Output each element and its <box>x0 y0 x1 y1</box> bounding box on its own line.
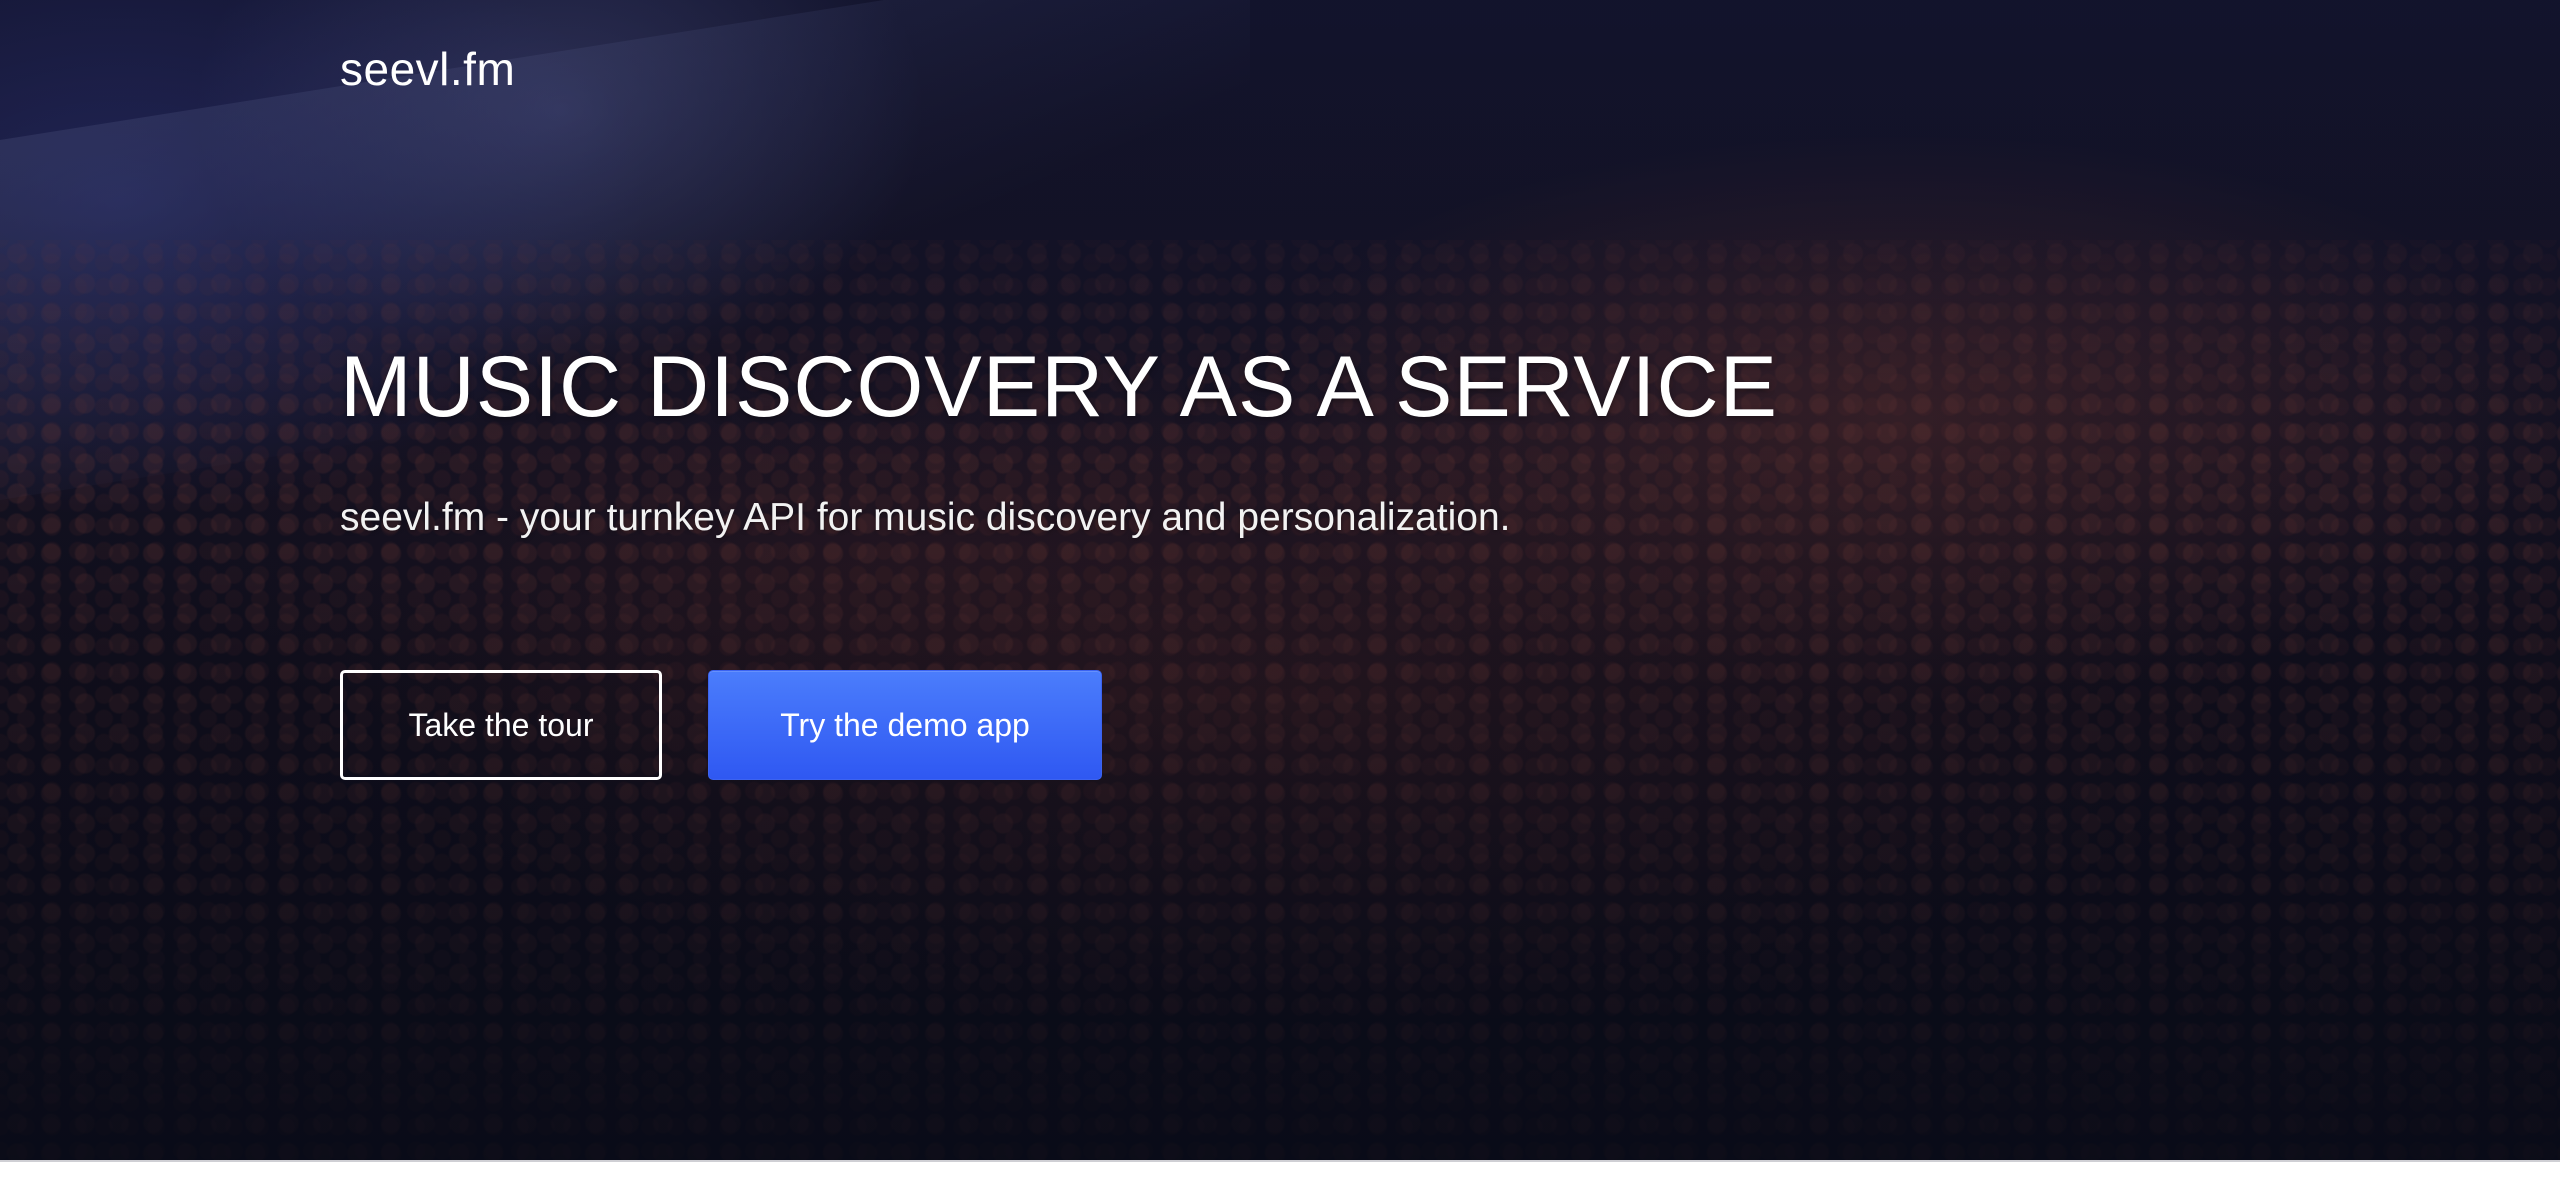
try-demo-app-button[interactable]: Try the demo app <box>708 670 1102 780</box>
page-below-hero <box>0 1160 2560 1192</box>
hero-subheadline: seevl.fm - your turnkey API for music di… <box>340 496 1511 539</box>
hero-headline: MUSIC DISCOVERY AS A SERVICE <box>340 339 1778 435</box>
brand-logo-link[interactable]: seevl.fm <box>340 42 515 96</box>
take-the-tour-label: Take the tour <box>408 706 594 743</box>
hero-content: seevl.fm MUSIC DISCOVERY AS A SERVICE se… <box>340 0 2220 1160</box>
try-demo-app-label: Try the demo app <box>780 706 1030 743</box>
hero-section: seevl.fm MUSIC DISCOVERY AS A SERVICE se… <box>0 0 2560 1160</box>
take-the-tour-button[interactable]: Take the tour <box>340 670 662 780</box>
